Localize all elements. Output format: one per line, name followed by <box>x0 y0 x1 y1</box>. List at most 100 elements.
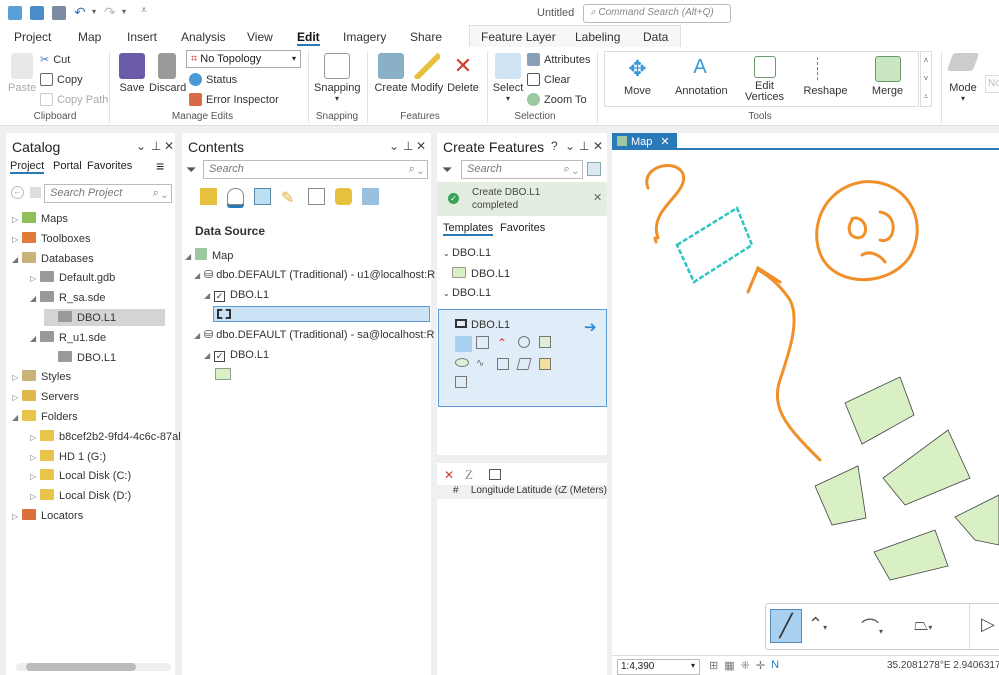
search-project-input[interactable]: Search Project ⌕ ⌄ <box>44 184 172 203</box>
expand-icon[interactable]: ▷ <box>12 215 22 224</box>
catalog-item[interactable]: ▷ HD 1 (G:) <box>30 449 106 463</box>
feature-polygon[interactable] <box>882 429 971 506</box>
close-icon[interactable]: ✕ <box>416 139 426 153</box>
z-value-icon[interactable]: Z <box>465 467 473 483</box>
template-group-1[interactable]: ⌄ DBO.L1 <box>443 247 491 259</box>
editing-view-icon[interactable]: ✎ <box>281 188 298 207</box>
manage-templates-icon[interactable] <box>587 162 601 176</box>
tab-imagery[interactable]: Imagery <box>343 30 386 44</box>
rectangle-tool-icon[interactable] <box>476 336 489 349</box>
feature-polygon[interactable] <box>814 465 867 526</box>
arrow-right-icon[interactable]: ➔ <box>584 318 597 336</box>
modify-button[interactable]: Modify <box>410 53 444 94</box>
delete-button[interactable]: ✕ Delete <box>446 53 480 94</box>
tab-view[interactable]: View <box>247 30 273 44</box>
expand-icon[interactable]: ▷ <box>12 235 22 244</box>
vertex-tool-icon[interactable] <box>489 469 501 480</box>
active-template-panel[interactable]: DBO.L1 ➔ ⌃ ∿ <box>438 309 607 407</box>
layer1-symbol-row[interactable] <box>213 306 430 322</box>
extent-tool-icon[interactable] <box>455 376 467 388</box>
catalog-item[interactable]: ◢ R_sa.sde <box>30 291 105 304</box>
clear-selection-button[interactable]: Clear <box>527 73 570 86</box>
expand-icon[interactable]: ▷ <box>30 492 40 501</box>
data-source-icon[interactable] <box>227 188 244 205</box>
layer1-checkbox[interactable]: ✓ <box>214 291 225 302</box>
discard-button[interactable]: Discard <box>149 53 186 94</box>
layer-node-1[interactable]: ◢ ✓ DBO.L1 <box>204 289 269 302</box>
catalog-item[interactable]: DBO.L1 <box>48 350 116 364</box>
template-group-2[interactable]: ⌄ DBO.L1 <box>443 287 491 299</box>
cut-button[interactable]: ✂ Cut <box>40 53 70 67</box>
tab-data[interactable]: Data <box>643 30 668 44</box>
redo-icon[interactable]: ↷ <box>104 4 116 21</box>
split-tool-icon[interactable] <box>539 358 551 370</box>
polygon-symbol-icon[interactable] <box>215 368 231 380</box>
snapping-button[interactable]: Snapping ▾ <box>314 53 361 103</box>
new-feature-outline[interactable] <box>675 206 754 284</box>
labeling-view-icon[interactable] <box>335 188 352 205</box>
close-tab-icon[interactable]: ✕ <box>660 136 669 148</box>
open-project-icon[interactable] <box>30 6 44 20</box>
tool-move[interactable]: ✥ Move <box>615 56 660 97</box>
snapping-view-icon[interactable] <box>308 188 325 205</box>
circle-tool-icon[interactable] <box>518 336 530 348</box>
close-icon[interactable]: ✕ <box>164 139 174 153</box>
tool-merge[interactable]: Merge <box>865 56 910 97</box>
sync-icon[interactable] <box>30 187 41 198</box>
catalog-item[interactable]: ▷ Maps <box>12 212 68 225</box>
contents-options-icon[interactable]: ⌄ <box>389 139 399 153</box>
select-arrow-icon[interactable]: ▷ <box>981 614 995 635</box>
expand-icon[interactable]: ▷ <box>30 433 40 442</box>
tool-edit-vertices[interactable]: Edit Vertices <box>742 56 787 103</box>
collapse-icon[interactable]: ◢ <box>30 294 40 303</box>
grid-icon[interactable]: ▦ <box>724 659 734 672</box>
horizontal-scrollbar[interactable] <box>16 663 171 671</box>
perspective-view-icon[interactable] <box>362 188 379 205</box>
map-canvas[interactable] <box>612 150 999 655</box>
arc-tool-icon[interactable]: ⌒▾ <box>861 614 883 640</box>
tab-map[interactable]: Map <box>78 30 101 44</box>
create-button[interactable]: Create <box>374 53 408 94</box>
selection-view-icon[interactable] <box>254 188 271 205</box>
save-project-icon[interactable] <box>52 6 66 20</box>
drawing-order-icon[interactable] <box>200 188 217 205</box>
layer2-checkbox[interactable]: ✓ <box>214 351 225 362</box>
collapse-icon[interactable]: ◢ <box>12 413 22 422</box>
pin-icon[interactable]: ⊥ <box>151 139 161 153</box>
trace-tool-icon[interactable] <box>516 358 532 370</box>
attributes-button[interactable]: Attributes <box>527 53 590 66</box>
error-inspector-button[interactable]: Error Inspector <box>189 93 279 106</box>
tool-reshape[interactable]: Reshape <box>803 56 848 97</box>
layer-node-2[interactable]: ◢ ✓ DBO.L1 <box>204 349 269 362</box>
save-button[interactable]: Save <box>118 53 146 94</box>
freehand-tool-icon[interactable]: ∿ <box>476 358 497 370</box>
delete-vertex-icon[interactable]: ✕ <box>444 468 454 482</box>
tab-edit[interactable]: Edit <box>297 30 320 46</box>
expand-icon[interactable]: ▷ <box>12 512 22 521</box>
square-tool-icon[interactable] <box>539 336 551 348</box>
tab-map-view[interactable]: Map ✕ <box>612 133 677 150</box>
tab-share[interactable]: Share <box>410 30 442 44</box>
dismiss-icon[interactable]: ✕ <box>593 191 602 204</box>
catalog-item[interactable]: DBO.L1 <box>44 309 165 326</box>
catalog-item[interactable]: ▷ Servers <box>12 390 79 403</box>
snapping-toggle-icon[interactable]: ⁜ <box>741 659 750 672</box>
select-button[interactable]: Select ▾ <box>492 53 524 103</box>
expand-icon[interactable]: ▷ <box>12 373 22 382</box>
new-project-icon[interactable] <box>8 6 22 20</box>
catalog-item[interactable]: ▷ Toolboxes <box>12 231 91 245</box>
add-extent-icon[interactable]: ⊞ <box>709 659 718 672</box>
collapse-icon[interactable]: ◢ <box>30 334 40 343</box>
zoom-to-button[interactable]: Zoom To <box>527 93 587 106</box>
undo-icon[interactable]: ↶ <box>74 4 86 21</box>
feature-polygon[interactable] <box>954 494 999 546</box>
topology-dropdown[interactable]: ⌗ No Topology ▾ <box>186 50 301 68</box>
tab-project[interactable]: Project <box>14 30 51 44</box>
catalog-options-icon[interactable]: ⌄ <box>136 139 146 153</box>
catalog-item[interactable]: ▷ b8cef2b2-9fd4-4c6c-87al <box>30 429 181 443</box>
paste-button[interactable]: Paste <box>8 53 36 94</box>
menu-icon[interactable]: ≡ <box>156 158 164 174</box>
expand-icon[interactable]: ▷ <box>30 274 40 283</box>
gallery-scroll[interactable]: ˄ ˅ ⩡ <box>920 51 932 107</box>
tab-feature-layer[interactable]: Feature Layer <box>481 30 556 44</box>
